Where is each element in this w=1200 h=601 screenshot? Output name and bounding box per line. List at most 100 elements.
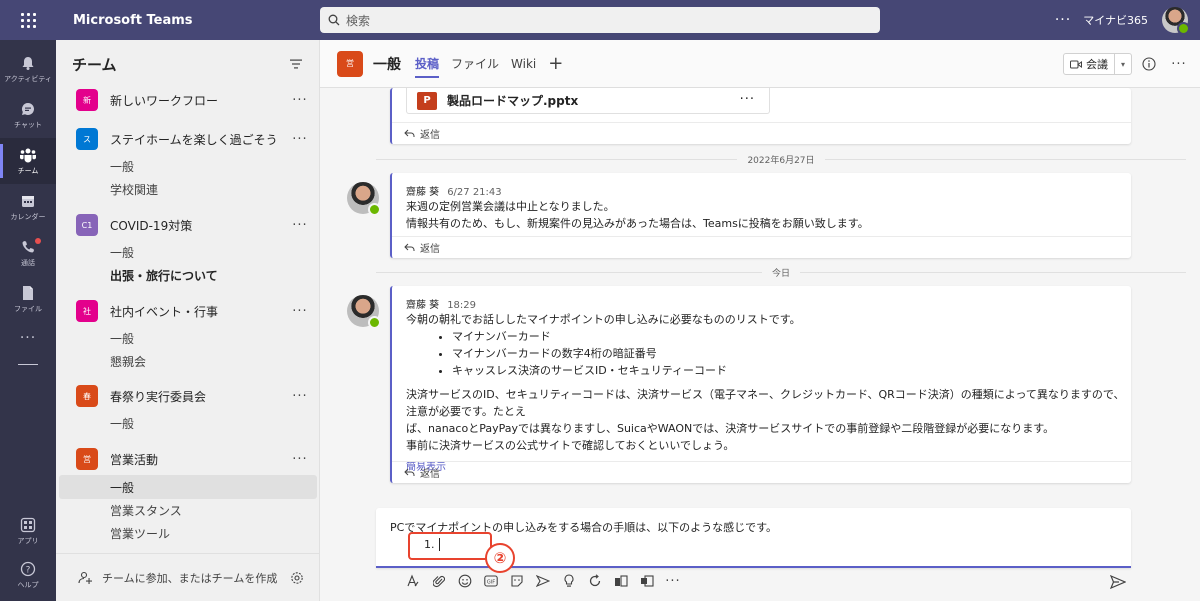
channel-item-selected[interactable]: 一般 (59, 475, 317, 499)
sticker-button[interactable] (504, 570, 530, 592)
rail-activity[interactable]: アクティビティ (0, 46, 56, 92)
channel-item[interactable]: 一般 (59, 154, 317, 178)
list-item: マイナンバーカード (452, 328, 1126, 345)
rail-more[interactable]: ··· (0, 316, 56, 362)
join-create-team[interactable]: チームに参加、またはチームを作成 (56, 553, 320, 601)
team-avatar: 社 (76, 300, 98, 322)
more-options-icon[interactable]: ··· (280, 218, 320, 233)
approvals-button[interactable] (608, 570, 634, 592)
gif-button[interactable]: GIF (478, 570, 504, 592)
send-button[interactable] (1108, 572, 1128, 592)
rail-teams[interactable]: チーム (0, 138, 56, 184)
meet-button[interactable]: 会議 ▾ (1063, 53, 1132, 75)
format-button[interactable] (400, 570, 426, 592)
svg-text:GIF: GIF (487, 580, 495, 586)
message-line: 事前に決済サービスの公式サイトで確認しておくといいでしょう。 (406, 439, 735, 452)
team-item[interactable]: 営 営業活動 ··· (56, 444, 320, 474)
more-options-icon[interactable]: ··· (280, 389, 320, 404)
user-avatar[interactable] (1162, 7, 1190, 35)
gear-icon[interactable] (290, 571, 304, 585)
more-options-icon[interactable]: ··· (740, 92, 755, 107)
paperclip-icon (433, 575, 445, 588)
file-attachment[interactable]: P 製品ロードマップ.pptx ··· (406, 88, 770, 114)
rail-chat[interactable]: チャット (0, 92, 56, 138)
team-item[interactable]: 春 春祭り実行委員会 ··· (56, 381, 320, 411)
more-options-icon[interactable]: ··· (280, 452, 320, 467)
channel-title: 一般 (373, 56, 401, 73)
channel-item[interactable]: 一般 (59, 411, 317, 435)
date-separator: 今日 (376, 265, 1186, 279)
more-options-icon[interactable]: ··· (660, 570, 686, 592)
message-meta: 齋藤 葵 18:29 (406, 296, 1126, 311)
tab-posts[interactable]: 投稿 (415, 40, 440, 88)
search-input[interactable]: 検索 (320, 7, 880, 33)
channel-item[interactable]: 学校関連 (59, 177, 317, 201)
team-name: COVID-19対策 (110, 218, 193, 233)
rail-calendar[interactable]: カレンダー (0, 184, 56, 230)
author-avatar[interactable] (347, 295, 381, 329)
message-line: 来週の定例営業会議は中止となりました。 (406, 200, 615, 213)
notification-dot (35, 238, 41, 244)
tab-files[interactable]: ファイル (451, 40, 499, 88)
search-icon (328, 14, 340, 26)
info-icon[interactable] (1140, 55, 1158, 73)
author-name: 齋藤 葵 (406, 187, 440, 198)
app-title: Microsoft Teams (73, 12, 193, 28)
file-icon (23, 286, 33, 300)
filter-icon[interactable] (289, 58, 303, 70)
chevron-down-icon[interactable]: ▾ (1115, 60, 1131, 69)
reply-button[interactable]: 返信 (392, 236, 1131, 258)
message-line: 今朝の朝礼でお話ししたマイナポイントの申し込みに必要なもののリストです。 (406, 313, 801, 326)
add-team-icon (78, 571, 92, 584)
attach-button[interactable] (426, 570, 452, 592)
loop-button[interactable] (582, 570, 608, 592)
top-bar: Microsoft Teams 検索 ··· マイナビ365 (0, 0, 1200, 40)
annotation-callout: ② (485, 543, 515, 573)
channel-item[interactable]: 営業ツール (59, 521, 317, 545)
rail-help[interactable]: ? ヘルプ (0, 552, 56, 598)
waffle-icon (20, 12, 36, 28)
channel-item[interactable]: 懇親会 (59, 349, 317, 373)
more-options-icon[interactable]: ··· (280, 304, 320, 319)
date-separator: 2022年6月27日 (376, 152, 1186, 166)
list-item: キャッスレス決済のサービスID・セキュリティーコード (452, 362, 1126, 379)
team-name: 社内イベント・行事 (110, 304, 219, 319)
message-line: ば、nanacoとPayPayでは異なりますし、SuicaやWAONでは、決済サ… (406, 422, 1055, 435)
author-avatar[interactable] (347, 182, 381, 216)
more-options-icon[interactable]: ··· (1170, 55, 1188, 73)
send-icon (1110, 575, 1126, 589)
rail-calls[interactable]: 通話 (0, 230, 56, 276)
add-tab-icon[interactable]: + (548, 53, 563, 74)
team-name: ステイホームを楽しく過ごそう (110, 132, 278, 147)
team-avatar: 新 (76, 89, 98, 111)
more-options-icon[interactable]: ··· (280, 93, 320, 108)
emoji-button[interactable] (452, 570, 478, 592)
praise-button[interactable] (556, 570, 582, 592)
channel-item[interactable]: 一般 (59, 326, 317, 350)
format-icon (407, 574, 419, 587)
channel-item-unread[interactable]: 出張・旅行について (59, 263, 317, 287)
tab-wiki[interactable]: Wiki (511, 40, 536, 88)
message-time: 6/27 21:43 (447, 187, 502, 198)
chat-icon (21, 103, 34, 115)
more-options-icon[interactable]: ··· (280, 132, 320, 147)
reply-icon (404, 468, 415, 476)
team-item[interactable]: 新 新しいワークフロー ··· (56, 85, 320, 115)
reply-button[interactable]: 返信 (392, 461, 1131, 483)
channel-item[interactable]: 営業スタンス (59, 498, 317, 522)
forms-button[interactable] (634, 570, 660, 592)
rail-apps[interactable]: アプリ (0, 508, 56, 554)
team-item[interactable]: C1 COVID-19対策 ··· (56, 210, 320, 240)
meet-now-button[interactable] (530, 570, 556, 592)
channel-header: 営 一般 投稿 ファイル Wiki + 会議 ▾ ··· (320, 40, 1200, 88)
more-options-icon[interactable]: ··· (1055, 12, 1071, 28)
reply-button[interactable]: 返信 (392, 122, 1131, 144)
powerpoint-icon: P (417, 91, 437, 110)
app-launcher-button[interactable] (0, 0, 56, 40)
message-time: 18:29 (447, 300, 477, 311)
team-item[interactable]: 社 社内イベント・行事 ··· (56, 296, 320, 326)
channel-item[interactable]: 一般 (59, 240, 317, 264)
team-avatar: ス (76, 128, 98, 150)
org-name[interactable]: マイナビ365 (1083, 12, 1148, 28)
team-item[interactable]: ス ステイホームを楽しく過ごそう ··· (56, 124, 320, 154)
